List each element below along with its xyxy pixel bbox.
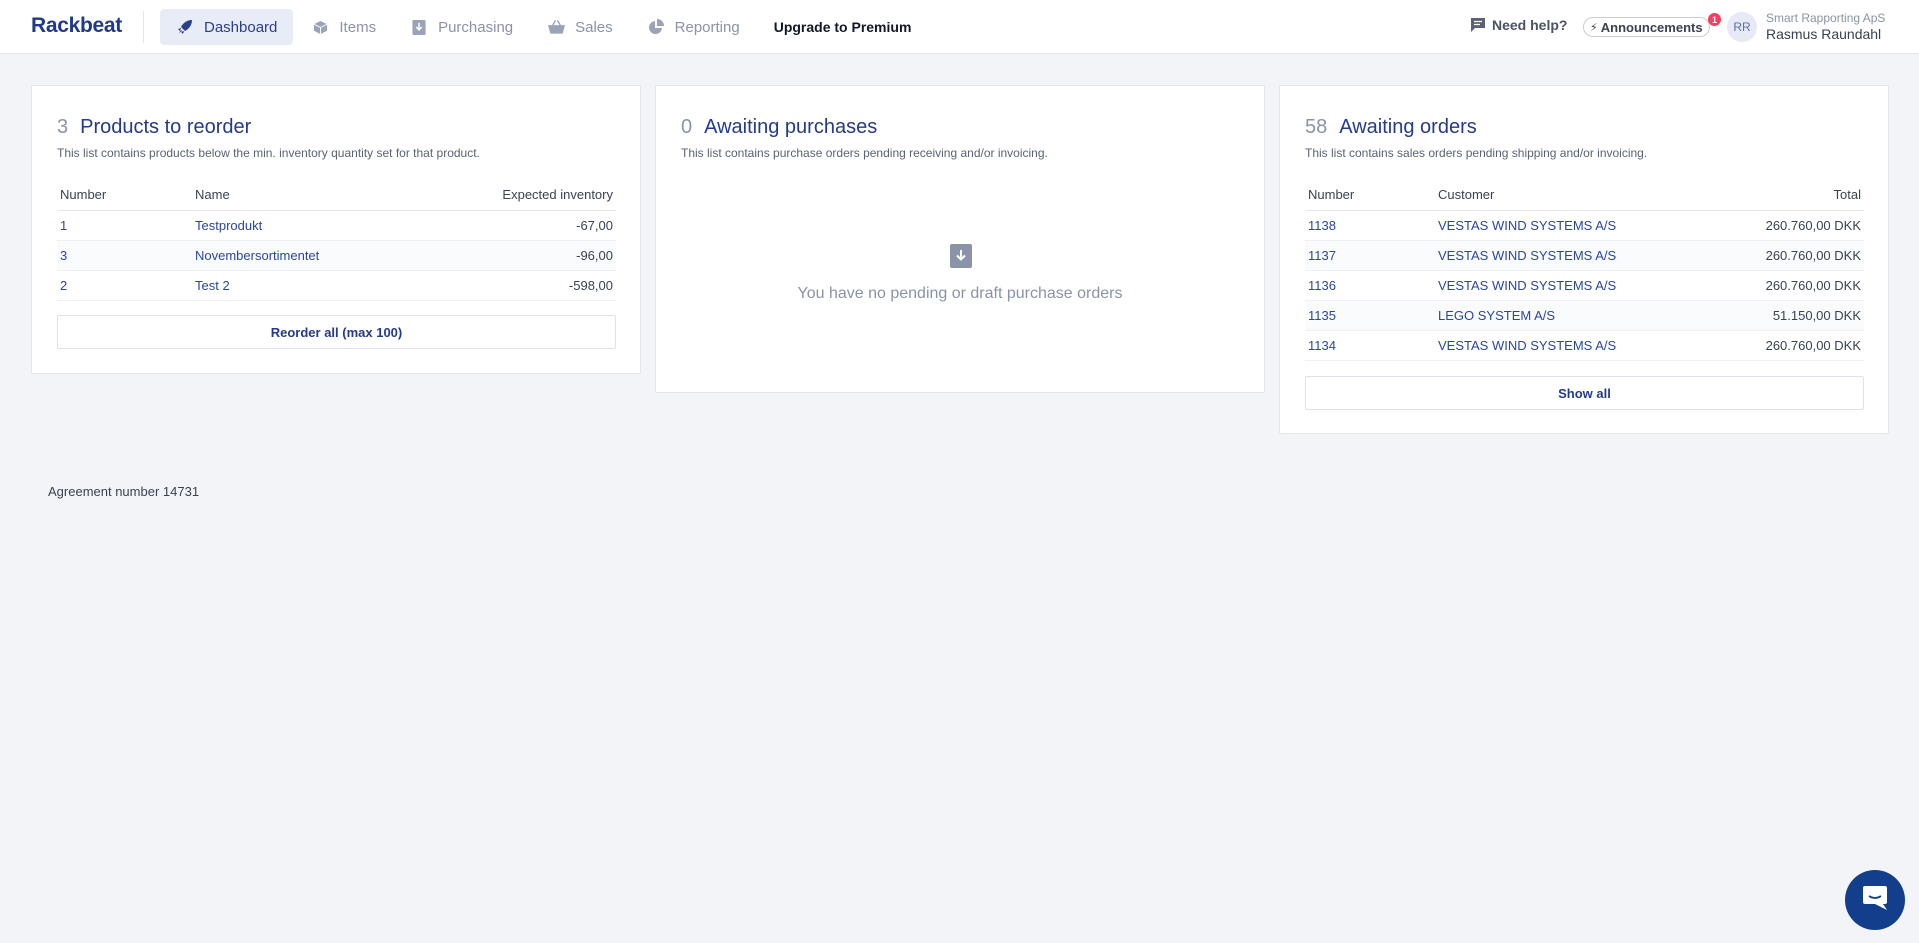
products-to-reorder-card: 3 Products to reorder This list contains… xyxy=(31,85,641,374)
announcements-badge: 1 xyxy=(1708,13,1721,26)
reorder-count: 3 xyxy=(57,116,69,138)
table-row[interactable]: 1138 VESTAS WIND SYSTEMS A/S 260.760,00 … xyxy=(1305,210,1864,241)
column-header-name[interactable]: Name xyxy=(192,180,416,211)
chat-icon xyxy=(1861,885,1889,916)
column-header-number[interactable]: Number xyxy=(1305,180,1435,211)
chat-bubble-icon xyxy=(1470,17,1486,33)
top-navigation-bar: Rackbeat Dashboard Items Purchasing Sale… xyxy=(0,0,1919,54)
product-number[interactable]: 2 xyxy=(57,270,192,301)
nav-item-reporting[interactable]: Reporting xyxy=(631,9,756,45)
table-row[interactable]: 1134 VESTAS WIND SYSTEMS A/S 260.760,00 … xyxy=(1305,330,1864,361)
inbox-download-icon xyxy=(950,244,972,268)
table-row[interactable]: 1136 VESTAS WIND SYSTEMS A/S 260.760,00 … xyxy=(1305,270,1864,301)
product-name[interactable]: Test 2 xyxy=(192,270,416,301)
customer-name[interactable]: VESTAS WIND SYSTEMS A/S xyxy=(1435,210,1712,241)
card-header: 0 Awaiting purchases xyxy=(681,116,877,139)
column-header-total[interactable]: Total xyxy=(1711,180,1864,211)
show-all-button[interactable]: Show all xyxy=(1305,376,1864,410)
nav-label-items: Items xyxy=(339,18,377,36)
orders-count: 58 xyxy=(1305,116,1328,138)
table-header-row: Number Customer Total xyxy=(1305,180,1864,211)
table-row[interactable]: 3 Novembersortimentet -96,00 xyxy=(57,240,616,271)
user-company[interactable]: Smart Rapporting ApS xyxy=(1766,11,1885,25)
lightning-icon: ⚡ xyxy=(1590,21,1598,34)
card-title: Products to reorder xyxy=(80,116,252,138)
upgrade-to-premium-link[interactable]: Upgrade to Premium xyxy=(758,9,928,45)
reorder-table: Number Name Expected inventory 1 Testpro… xyxy=(57,180,616,301)
customer-name[interactable]: VESTAS WIND SYSTEMS A/S xyxy=(1435,240,1712,271)
customer-name[interactable]: VESTAS WIND SYSTEMS A/S xyxy=(1435,270,1712,301)
table-row[interactable]: 1 Testprodukt -67,00 xyxy=(57,210,616,241)
customer-name[interactable]: VESTAS WIND SYSTEMS A/S xyxy=(1435,330,1712,361)
rackbeat-logo[interactable]: Rackbeat xyxy=(31,14,122,38)
need-help-button[interactable]: Need help? xyxy=(1470,17,1567,33)
product-name[interactable]: Novembersortimentet xyxy=(192,240,416,271)
expected-inventory: -598,00 xyxy=(415,270,616,301)
rocket-icon xyxy=(176,18,194,36)
order-total: 51.150,00 DKK xyxy=(1711,300,1864,331)
need-help-label: Need help? xyxy=(1492,17,1568,33)
order-number[interactable]: 1138 xyxy=(1305,210,1435,241)
order-number[interactable]: 1137 xyxy=(1305,240,1435,271)
agreement-number: Agreement number 14731 xyxy=(48,484,200,499)
column-header-customer[interactable]: Customer xyxy=(1435,180,1712,211)
order-number[interactable]: 1134 xyxy=(1305,330,1435,361)
order-total: 260.760,00 DKK xyxy=(1711,210,1864,241)
order-total: 260.760,00 DKK xyxy=(1711,270,1864,301)
chat-launcher-button[interactable] xyxy=(1845,870,1905,930)
column-header-number[interactable]: Number xyxy=(57,180,192,211)
card-header: 58 Awaiting orders xyxy=(1305,116,1477,139)
download-icon xyxy=(410,18,428,36)
logo-divider xyxy=(143,11,144,43)
reorder-all-button[interactable]: Reorder all (max 100) xyxy=(57,315,616,349)
nav-label-purchasing: Purchasing xyxy=(438,18,514,36)
nav-label-dashboard: Dashboard xyxy=(204,18,278,36)
card-header: 3 Products to reorder xyxy=(57,116,251,139)
table-header-row: Number Name Expected inventory xyxy=(57,180,616,211)
order-number[interactable]: 1135 xyxy=(1305,300,1435,331)
card-description: This list contains products below the mi… xyxy=(57,146,480,160)
user-name[interactable]: Rasmus Raundahl xyxy=(1766,26,1881,42)
table-row[interactable]: 2 Test 2 -598,00 xyxy=(57,270,616,301)
announcements-label: Announcements xyxy=(1600,19,1703,35)
announcements-button[interactable]: ⚡ Announcements xyxy=(1583,17,1710,37)
avatar[interactable]: RR xyxy=(1727,12,1757,42)
purchases-count: 0 xyxy=(681,116,693,138)
table-row[interactable]: 1135 LEGO SYSTEM A/S 51.150,00 DKK xyxy=(1305,300,1864,331)
card-description: This list contains sales orders pending … xyxy=(1305,146,1648,160)
card-description: This list contains purchase orders pendi… xyxy=(681,146,1048,160)
order-total: 260.760,00 DKK xyxy=(1711,240,1864,271)
empty-state-text: You have no pending or draft purchase or… xyxy=(797,285,1123,302)
nav-item-items[interactable]: Items xyxy=(295,9,392,45)
card-title: Awaiting purchases xyxy=(704,116,878,138)
expected-inventory: -96,00 xyxy=(415,240,616,271)
order-total: 260.760,00 DKK xyxy=(1711,330,1864,361)
nav-label-reporting: Reporting xyxy=(674,18,740,36)
nav-item-sales[interactable]: Sales xyxy=(531,9,629,45)
product-number[interactable]: 3 xyxy=(57,240,192,271)
expected-inventory: -67,00 xyxy=(415,210,616,241)
customer-name[interactable]: LEGO SYSTEM A/S xyxy=(1435,300,1712,331)
main-nav: Dashboard Items Purchasing Sales Reporti… xyxy=(160,9,929,45)
awaiting-purchases-card: 0 Awaiting purchases This list contains … xyxy=(655,85,1265,393)
product-name[interactable]: Testprodukt xyxy=(192,210,416,241)
basket-icon xyxy=(547,18,565,36)
column-header-expected-inventory[interactable]: Expected inventory xyxy=(415,180,616,211)
order-number[interactable]: 1136 xyxy=(1305,270,1435,301)
orders-table: Number Customer Total 1138 VESTAS WIND S… xyxy=(1305,180,1864,361)
awaiting-orders-card: 58 Awaiting orders This list contains sa… xyxy=(1279,85,1889,434)
nav-item-purchasing[interactable]: Purchasing xyxy=(394,9,529,45)
product-number[interactable]: 1 xyxy=(57,210,192,241)
card-title: Awaiting orders xyxy=(1339,116,1477,138)
box-icon xyxy=(311,18,329,36)
table-row[interactable]: 1137 VESTAS WIND SYSTEMS A/S 260.760,00 … xyxy=(1305,240,1864,271)
nav-item-dashboard[interactable]: Dashboard xyxy=(160,9,294,45)
pie-chart-icon xyxy=(647,18,665,36)
nav-label-sales: Sales xyxy=(575,18,613,36)
